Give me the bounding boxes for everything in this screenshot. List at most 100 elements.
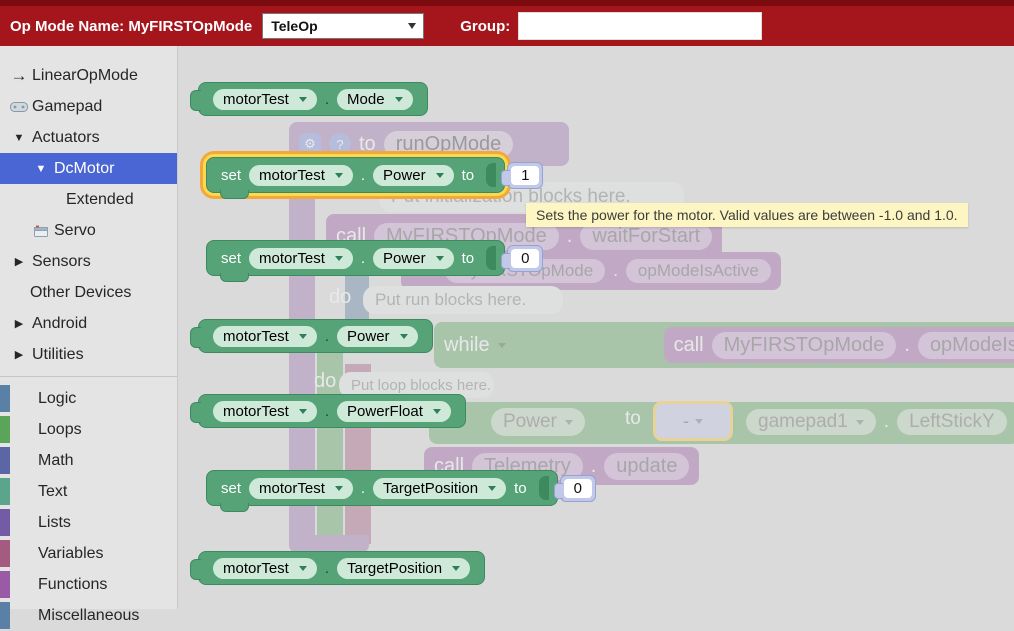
- sidebar-item-other-devices[interactable]: Other Devices: [0, 277, 177, 308]
- dot-separator: .: [361, 250, 365, 267]
- block-motortest-targetposition-getter[interactable]: motorTest . TargetPosition: [198, 551, 485, 585]
- device-dropdown[interactable]: motorTest: [213, 89, 317, 110]
- sidebar-item-loops[interactable]: Loops: [0, 414, 177, 445]
- chevron-down-icon: [335, 486, 343, 491]
- category-color-chip: [0, 416, 10, 443]
- property-dropdown[interactable]: Mode: [337, 89, 413, 110]
- sidebar-item-label: Loops: [38, 421, 82, 439]
- sidebar-item-extended[interactable]: Extended: [0, 184, 177, 215]
- category-color-chip: [0, 602, 10, 629]
- sidebar-item-linearopmode[interactable]: LinearOpMode: [0, 60, 177, 91]
- sidebar-item-variables[interactable]: Variables: [0, 538, 177, 569]
- number-value-field[interactable]: 1: [511, 166, 539, 185]
- sidebar-item-label: Utilities: [32, 346, 84, 364]
- sidebar-item-dcmotor[interactable]: DcMotor: [0, 153, 177, 184]
- sidebar-item-label: Gamepad: [32, 98, 102, 116]
- block-set-power[interactable]: set motorTest . Power to: [206, 240, 505, 276]
- property-dropdown-value: Power: [383, 250, 426, 267]
- keyword-to: to: [514, 480, 527, 497]
- number-value-field[interactable]: 0: [511, 249, 539, 268]
- sidebar-item-functions[interactable]: Functions: [0, 569, 177, 600]
- property-dropdown[interactable]: TargetPosition: [337, 558, 470, 579]
- category-color-chip: [0, 509, 10, 536]
- number-block[interactable]: 0: [560, 475, 596, 502]
- keyword-while: while: [444, 334, 490, 357]
- chevron-right-icon[interactable]: [8, 255, 30, 268]
- sidebar-item-actuators[interactable]: Actuators: [0, 122, 177, 153]
- chevron-down-icon[interactable]: [8, 132, 30, 144]
- group-input[interactable]: [518, 12, 762, 40]
- property-dropdown[interactable]: Power: [373, 248, 454, 269]
- dot-separator: .: [325, 328, 329, 345]
- chevron-down-icon: [436, 173, 444, 178]
- while-body-spine: [317, 322, 343, 562]
- property-dropdown-value: Power: [383, 167, 426, 184]
- blockly-workspace[interactable]: ⚙ ? to runOpMode Put initialization bloc…: [179, 46, 1014, 609]
- op-mode-name-label: Op Mode Name: MyFIRSTOpMode: [10, 18, 252, 35]
- property-dropdown-value: TargetPosition: [347, 560, 442, 577]
- chevron-down-icon: [299, 334, 307, 339]
- sidebar-item-servo[interactable]: Servo: [0, 215, 177, 246]
- property-dropdown[interactable]: PowerFloat: [337, 401, 451, 422]
- sidebar-item-gamepad[interactable]: Gamepad: [0, 91, 177, 122]
- sidebar-item-logic[interactable]: Logic: [0, 383, 177, 414]
- keyword-to: to: [462, 167, 475, 184]
- block-set-targetposition[interactable]: set motorTest . TargetPosition to: [206, 470, 558, 506]
- device-dropdown[interactable]: motorTest: [213, 558, 317, 579]
- block-set-power-selected[interactable]: set motorTest . Power to: [206, 157, 505, 193]
- sidebar-item-android[interactable]: Android: [0, 308, 177, 339]
- number-block[interactable]: 0: [507, 245, 543, 272]
- property-dropdown[interactable]: TargetPosition: [373, 478, 506, 499]
- chevron-right-icon[interactable]: [8, 348, 30, 361]
- flavor-select[interactable]: TeleOp: [262, 13, 424, 39]
- servo-icon: [30, 225, 52, 237]
- chevron-down-icon: [498, 343, 506, 348]
- property-dropdown[interactable]: Power: [373, 165, 454, 186]
- number-block[interactable]: 1: [507, 162, 543, 189]
- sidebar-item-utilities[interactable]: Utilities: [0, 339, 177, 370]
- dot-separator: .: [325, 560, 329, 577]
- device-dropdown[interactable]: motorTest: [249, 248, 353, 269]
- chevron-down-icon: [408, 23, 416, 29]
- category-color-chip: [0, 447, 10, 474]
- chevron-down-icon: [452, 566, 460, 571]
- flyout-row: set motorTest . Power to 0: [206, 240, 543, 276]
- input-socket: [486, 163, 496, 187]
- chevron-right-icon[interactable]: [8, 317, 30, 330]
- flyout-row: motorTest . Power: [198, 319, 433, 353]
- block-motortest-power-getter[interactable]: motorTest . Power: [198, 319, 433, 353]
- device-dropdown-value: motorTest: [223, 91, 289, 108]
- device-dropdown[interactable]: motorTest: [249, 165, 353, 186]
- flyout-row: motorTest . TargetPosition: [198, 551, 485, 585]
- sidebar-item-miscellaneous[interactable]: Miscellaneous: [0, 600, 177, 631]
- sidebar-item-label: Other Devices: [30, 284, 131, 302]
- bg-negate-block: -: [656, 404, 730, 438]
- chevron-down-icon: [400, 334, 408, 339]
- device-dropdown[interactable]: motorTest: [213, 326, 317, 347]
- category-color-chip: [0, 571, 10, 598]
- sidebar-item-lists[interactable]: Lists: [0, 507, 177, 538]
- function-name-field: runOpMode: [384, 131, 514, 158]
- device-dropdown-value: motorTest: [223, 560, 289, 577]
- sidebar-item-label: Miscellaneous: [38, 607, 139, 625]
- keyword-do: do: [314, 370, 336, 393]
- category-color-chip: [0, 540, 10, 567]
- block-motortest-mode-getter[interactable]: motorTest . Mode: [198, 82, 428, 116]
- sidebar-item-label: Text: [38, 483, 67, 501]
- sidebar-item-label: Servo: [54, 222, 96, 240]
- keyword-set: set: [221, 250, 241, 267]
- property-dropdown-value: Power: [347, 328, 390, 345]
- device-dropdown-value: motorTest: [259, 250, 325, 267]
- sidebar-item-sensors[interactable]: Sensors: [0, 246, 177, 277]
- property-dropdown[interactable]: Power: [337, 326, 418, 347]
- sidebar-item-text[interactable]: Text: [0, 476, 177, 507]
- flyout-row: motorTest . PowerFloat: [198, 394, 466, 428]
- chevron-down-icon[interactable]: [30, 163, 52, 175]
- block-motortest-powerfloat-getter[interactable]: motorTest . PowerFloat: [198, 394, 466, 428]
- chevron-down-icon: [335, 256, 343, 261]
- device-dropdown[interactable]: motorTest: [249, 478, 353, 499]
- device-dropdown[interactable]: motorTest: [213, 401, 317, 422]
- number-value-field[interactable]: 0: [564, 479, 592, 498]
- sidebar-item-math[interactable]: Math: [0, 445, 177, 476]
- toolbox-sidebar: LinearOpMode Gamepad Actuators DcMotor E…: [0, 46, 178, 609]
